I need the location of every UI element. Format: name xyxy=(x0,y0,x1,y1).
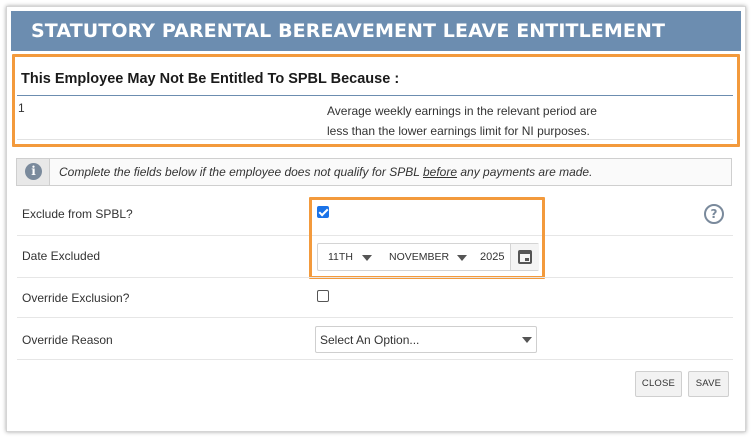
date-highlight-box xyxy=(309,197,545,279)
info-icon: i xyxy=(25,163,42,180)
spbl-dialog: STATUTORY PARENTAL BEREAVEMENT LEAVE ENT… xyxy=(6,6,746,432)
info-bar: i Complete the fields below if the emplo… xyxy=(16,158,732,186)
date-excluded-label: Date Excluded xyxy=(22,249,101,263)
info-text: Complete the fields below if the employe… xyxy=(59,165,592,179)
help-icon[interactable]: ? xyxy=(704,204,724,224)
row-divider xyxy=(17,277,733,278)
override-reason-label: Override Reason xyxy=(22,333,113,347)
override-exclusion-label: Override Exclusion? xyxy=(22,291,130,305)
info-text-before: Complete the fields below if the employe… xyxy=(59,165,423,179)
row-divider xyxy=(17,317,733,318)
dialog-title: STATUTORY PARENTAL BEREAVEMENT LEAVE ENT… xyxy=(11,11,741,51)
override-exclusion-checkbox[interactable] xyxy=(317,290,329,302)
override-reason-select[interactable]: Select An Option... xyxy=(315,326,537,353)
override-reason-value: Select An Option... xyxy=(320,333,420,347)
info-icon-cell: i xyxy=(17,159,50,185)
reasons-divider xyxy=(17,95,733,96)
reason-text: Average weekly earnings in the relevant … xyxy=(327,101,627,141)
reason-number: 1 xyxy=(18,101,25,115)
info-text-after: any payments are made. xyxy=(457,165,593,179)
exclude-label: Exclude from SPBL? xyxy=(22,207,133,221)
close-button[interactable]: CLOSE xyxy=(635,371,682,397)
reasons-heading: This Employee May Not Be Entitled To SPB… xyxy=(21,71,400,87)
reasons-bottom-divider xyxy=(17,139,733,140)
chevron-down-icon[interactable] xyxy=(522,337,532,343)
row-divider xyxy=(17,359,733,360)
save-button[interactable]: SAVE xyxy=(688,371,729,397)
reason-text-line-2: less than the lower earnings limit for N… xyxy=(327,124,590,138)
reason-text-line-1: Average weekly earnings in the relevant … xyxy=(327,104,597,118)
info-text-underlined: before xyxy=(423,165,458,179)
